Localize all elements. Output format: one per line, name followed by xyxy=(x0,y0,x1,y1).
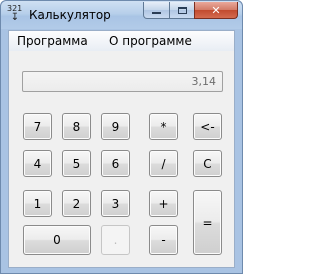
close-icon: ✕ xyxy=(211,3,221,17)
key-divide[interactable]: / xyxy=(149,150,178,177)
key-decimal[interactable]: . xyxy=(101,225,130,255)
key-1[interactable]: 1 xyxy=(23,190,52,217)
maximize-icon xyxy=(177,6,187,14)
title-bar[interactable]: 321 ↧ Калькулятор ✕ xyxy=(1,1,242,29)
key-3[interactable]: 3 xyxy=(101,190,130,217)
key-7[interactable]: 7 xyxy=(23,113,52,140)
display-value: 3,14 xyxy=(191,75,217,88)
result-display: 3,14 xyxy=(22,71,223,92)
calculator-icon: 321 ↧ xyxy=(7,4,23,23)
key-9[interactable]: 9 xyxy=(101,113,130,140)
key-equals[interactable]: = xyxy=(193,190,222,255)
minimize-button[interactable] xyxy=(143,2,170,19)
key-6[interactable]: 6 xyxy=(101,150,130,177)
key-backspace[interactable]: <- xyxy=(193,113,222,140)
key-5[interactable]: 5 xyxy=(62,150,91,177)
close-button[interactable]: ✕ xyxy=(194,2,238,19)
key-plus[interactable]: + xyxy=(149,190,178,217)
window-title: Калькулятор xyxy=(29,8,111,22)
client-area: Программа О программе 3,14 7 8 9 * <- 4 … xyxy=(8,30,235,268)
calculator-window: 321 ↧ Калькулятор ✕ Программа О программ… xyxy=(0,0,243,274)
key-8[interactable]: 8 xyxy=(62,113,91,140)
key-minus[interactable]: - xyxy=(149,225,178,255)
menu-about[interactable]: О программе xyxy=(109,34,192,48)
key-clear[interactable]: C xyxy=(193,150,222,177)
key-0[interactable]: 0 xyxy=(23,225,91,255)
key-4[interactable]: 4 xyxy=(23,150,52,177)
key-multiply[interactable]: * xyxy=(149,113,178,140)
maximize-button[interactable] xyxy=(169,2,195,19)
menu-program[interactable]: Программа xyxy=(17,34,88,48)
minimize-icon xyxy=(152,12,161,14)
key-2[interactable]: 2 xyxy=(62,190,91,217)
menu-bar: Программа О программе xyxy=(9,31,234,51)
